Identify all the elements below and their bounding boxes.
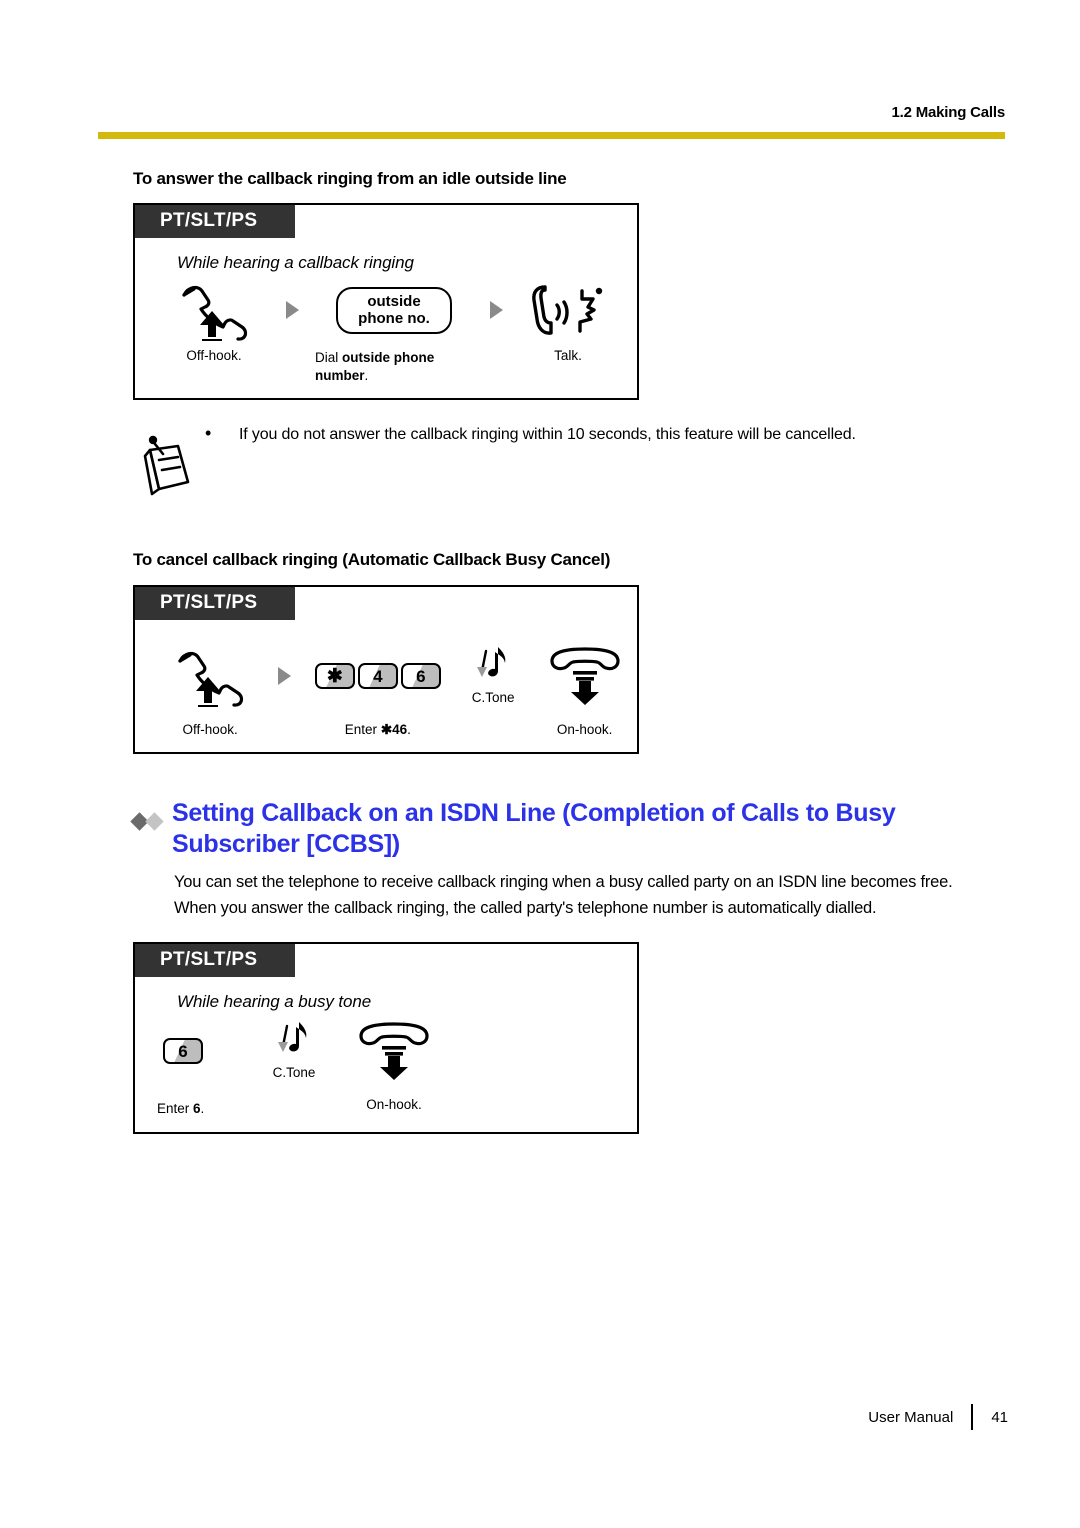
procedure-steps: 6 Enter 6. C.Tone On-hook.	[135, 1020, 637, 1118]
note-paper-icon	[133, 422, 205, 503]
procedure-steps: Off-hook. outside phone no. Dial outside…	[135, 279, 637, 384]
note-block: • If you do not answer the callback ring…	[133, 422, 1005, 503]
procedure-box-ccbs: PT/SLT/PS While hearing a busy tone 6 En…	[133, 942, 639, 1134]
step-caption-off-hook: Off-hook.	[182, 721, 238, 737]
pill-line-1: outside	[367, 292, 421, 310]
procedure-steps: Off-hook. ✱ 4 6 Enter ✱46. C.Tone On-hoo…	[135, 645, 637, 739]
caption-bold: 6	[193, 1101, 201, 1117]
section-one-heading: To answer the callback ringing from an i…	[133, 169, 567, 188]
procedure-condition: While hearing a callback ringing	[177, 253, 414, 273]
caption-suffix: .	[407, 721, 411, 737]
caption-bold: ✱46	[380, 721, 408, 737]
step-confirmation-tone: C.Tone	[454, 645, 532, 707]
procedure-tab-label: PT/SLT/PS	[135, 586, 295, 620]
step-caption-on-hook: On-hook.	[556, 721, 613, 737]
step-caption-off-hook: Off-hook.	[186, 348, 242, 364]
step-caption-talk: Talk.	[554, 348, 582, 364]
step-enter-6: 6 Enter 6.	[157, 1020, 249, 1118]
feature-paragraph-1: You can set the telephone to receive cal…	[174, 873, 953, 892]
step-caption-on-hook: On-hook.	[366, 1097, 422, 1113]
diamond-bullet-icon	[130, 798, 164, 836]
header-section-label: 1.2 Making Calls	[891, 104, 1005, 121]
page-content: To answer the callback ringing from an i…	[130, 168, 1005, 1134]
ctone-label: C.Tone	[471, 689, 515, 705]
caption-suffix: .	[200, 1101, 205, 1117]
caption-prefix: Enter	[157, 1101, 194, 1117]
music-note-icon: C.Tone	[472, 645, 515, 707]
offhook-handset-icon	[175, 279, 253, 342]
note-bullet-icon: •	[205, 423, 212, 444]
step-dial-outside-number: outside phone no. Dial outside phone num…	[309, 279, 479, 384]
arrow-right-icon-1	[275, 279, 309, 341]
footer-manual-label: User Manual	[868, 1408, 954, 1426]
onhook-handset-icon	[542, 645, 628, 707]
key-star[interactable]: ✱	[314, 662, 355, 689]
note-text: If you do not answer the callback ringin…	[239, 426, 856, 444]
procedure-box-answer-callback: PT/SLT/PS While hearing a callback ringi…	[133, 203, 639, 401]
procedure-tab-label: PT/SLT/PS	[135, 944, 295, 978]
step-confirmation-tone: C.Tone	[249, 1020, 339, 1082]
footer-separator	[971, 1404, 974, 1430]
offhook-handset-icon	[171, 645, 249, 707]
key-4[interactable]: 4	[357, 662, 398, 689]
step-off-hook: Off-hook.	[153, 279, 275, 365]
step-caption-enter: Enter ✱46.	[345, 721, 411, 739]
feature-heading-text: Setting Callback on an ISDN Line (Comple…	[172, 799, 896, 858]
footer-page-number: 41	[991, 1408, 1008, 1426]
document-page: 1.2 Making Calls To answer the callback …	[0, 0, 1080, 1528]
pill-line-2: phone no.	[358, 309, 430, 327]
step-enter-star46: ✱ 4 6 Enter ✱46.	[302, 645, 454, 739]
feature-paragraph-2: When you answer the callback ringing, th…	[174, 899, 877, 918]
arrow-right-icon-2	[479, 279, 513, 341]
caption-suffix: .	[364, 367, 369, 383]
page-header: 1.2 Making Calls	[98, 104, 1005, 139]
feature-body: You can set the telephone to receive cal…	[174, 871, 1005, 920]
header-rule	[98, 131, 1005, 139]
step-on-hook: On-hook.	[532, 645, 637, 739]
feature-heading: Setting Callback on an ISDN Line (Comple…	[130, 798, 1005, 859]
keypad-keys[interactable]: 6	[157, 1020, 203, 1082]
key-6[interactable]: 6	[163, 1038, 203, 1065]
caption-prefix: Enter	[344, 721, 381, 737]
step-on-hook: On-hook.	[339, 1020, 449, 1114]
music-note-icon: C.Tone	[272, 1020, 316, 1082]
arrow-right-icon-1	[267, 645, 301, 707]
page-footer: User Manual 41	[0, 1404, 1080, 1430]
key-6[interactable]: 6	[400, 662, 441, 689]
section-two-heading: To cancel callback ringing (Automatic Ca…	[133, 550, 611, 570]
key-star-label: ✱	[326, 665, 343, 687]
ctone-label: C.Tone	[272, 1065, 316, 1081]
step-caption-dial: Dial outside phone number.	[309, 349, 479, 384]
step-talk: Talk.	[513, 279, 623, 365]
caption-prefix: Dial	[315, 350, 343, 366]
onhook-handset-icon	[351, 1020, 437, 1082]
talk-handset-icon	[525, 279, 611, 341]
procedure-condition: While hearing a busy tone	[177, 992, 372, 1012]
procedure-tab-label: PT/SLT/PS	[135, 205, 295, 239]
step-caption-enter: Enter 6.	[157, 1100, 204, 1118]
outside-phone-no-button[interactable]: outside phone no.	[336, 279, 452, 341]
procedure-box-cancel-callback: PT/SLT/PS Off-hook. ✱ 4 6 Enter ✱46. C.T…	[133, 584, 639, 755]
step-off-hook: Off-hook.	[153, 645, 267, 739]
keypad-keys[interactable]: ✱ 4 6	[314, 645, 441, 707]
